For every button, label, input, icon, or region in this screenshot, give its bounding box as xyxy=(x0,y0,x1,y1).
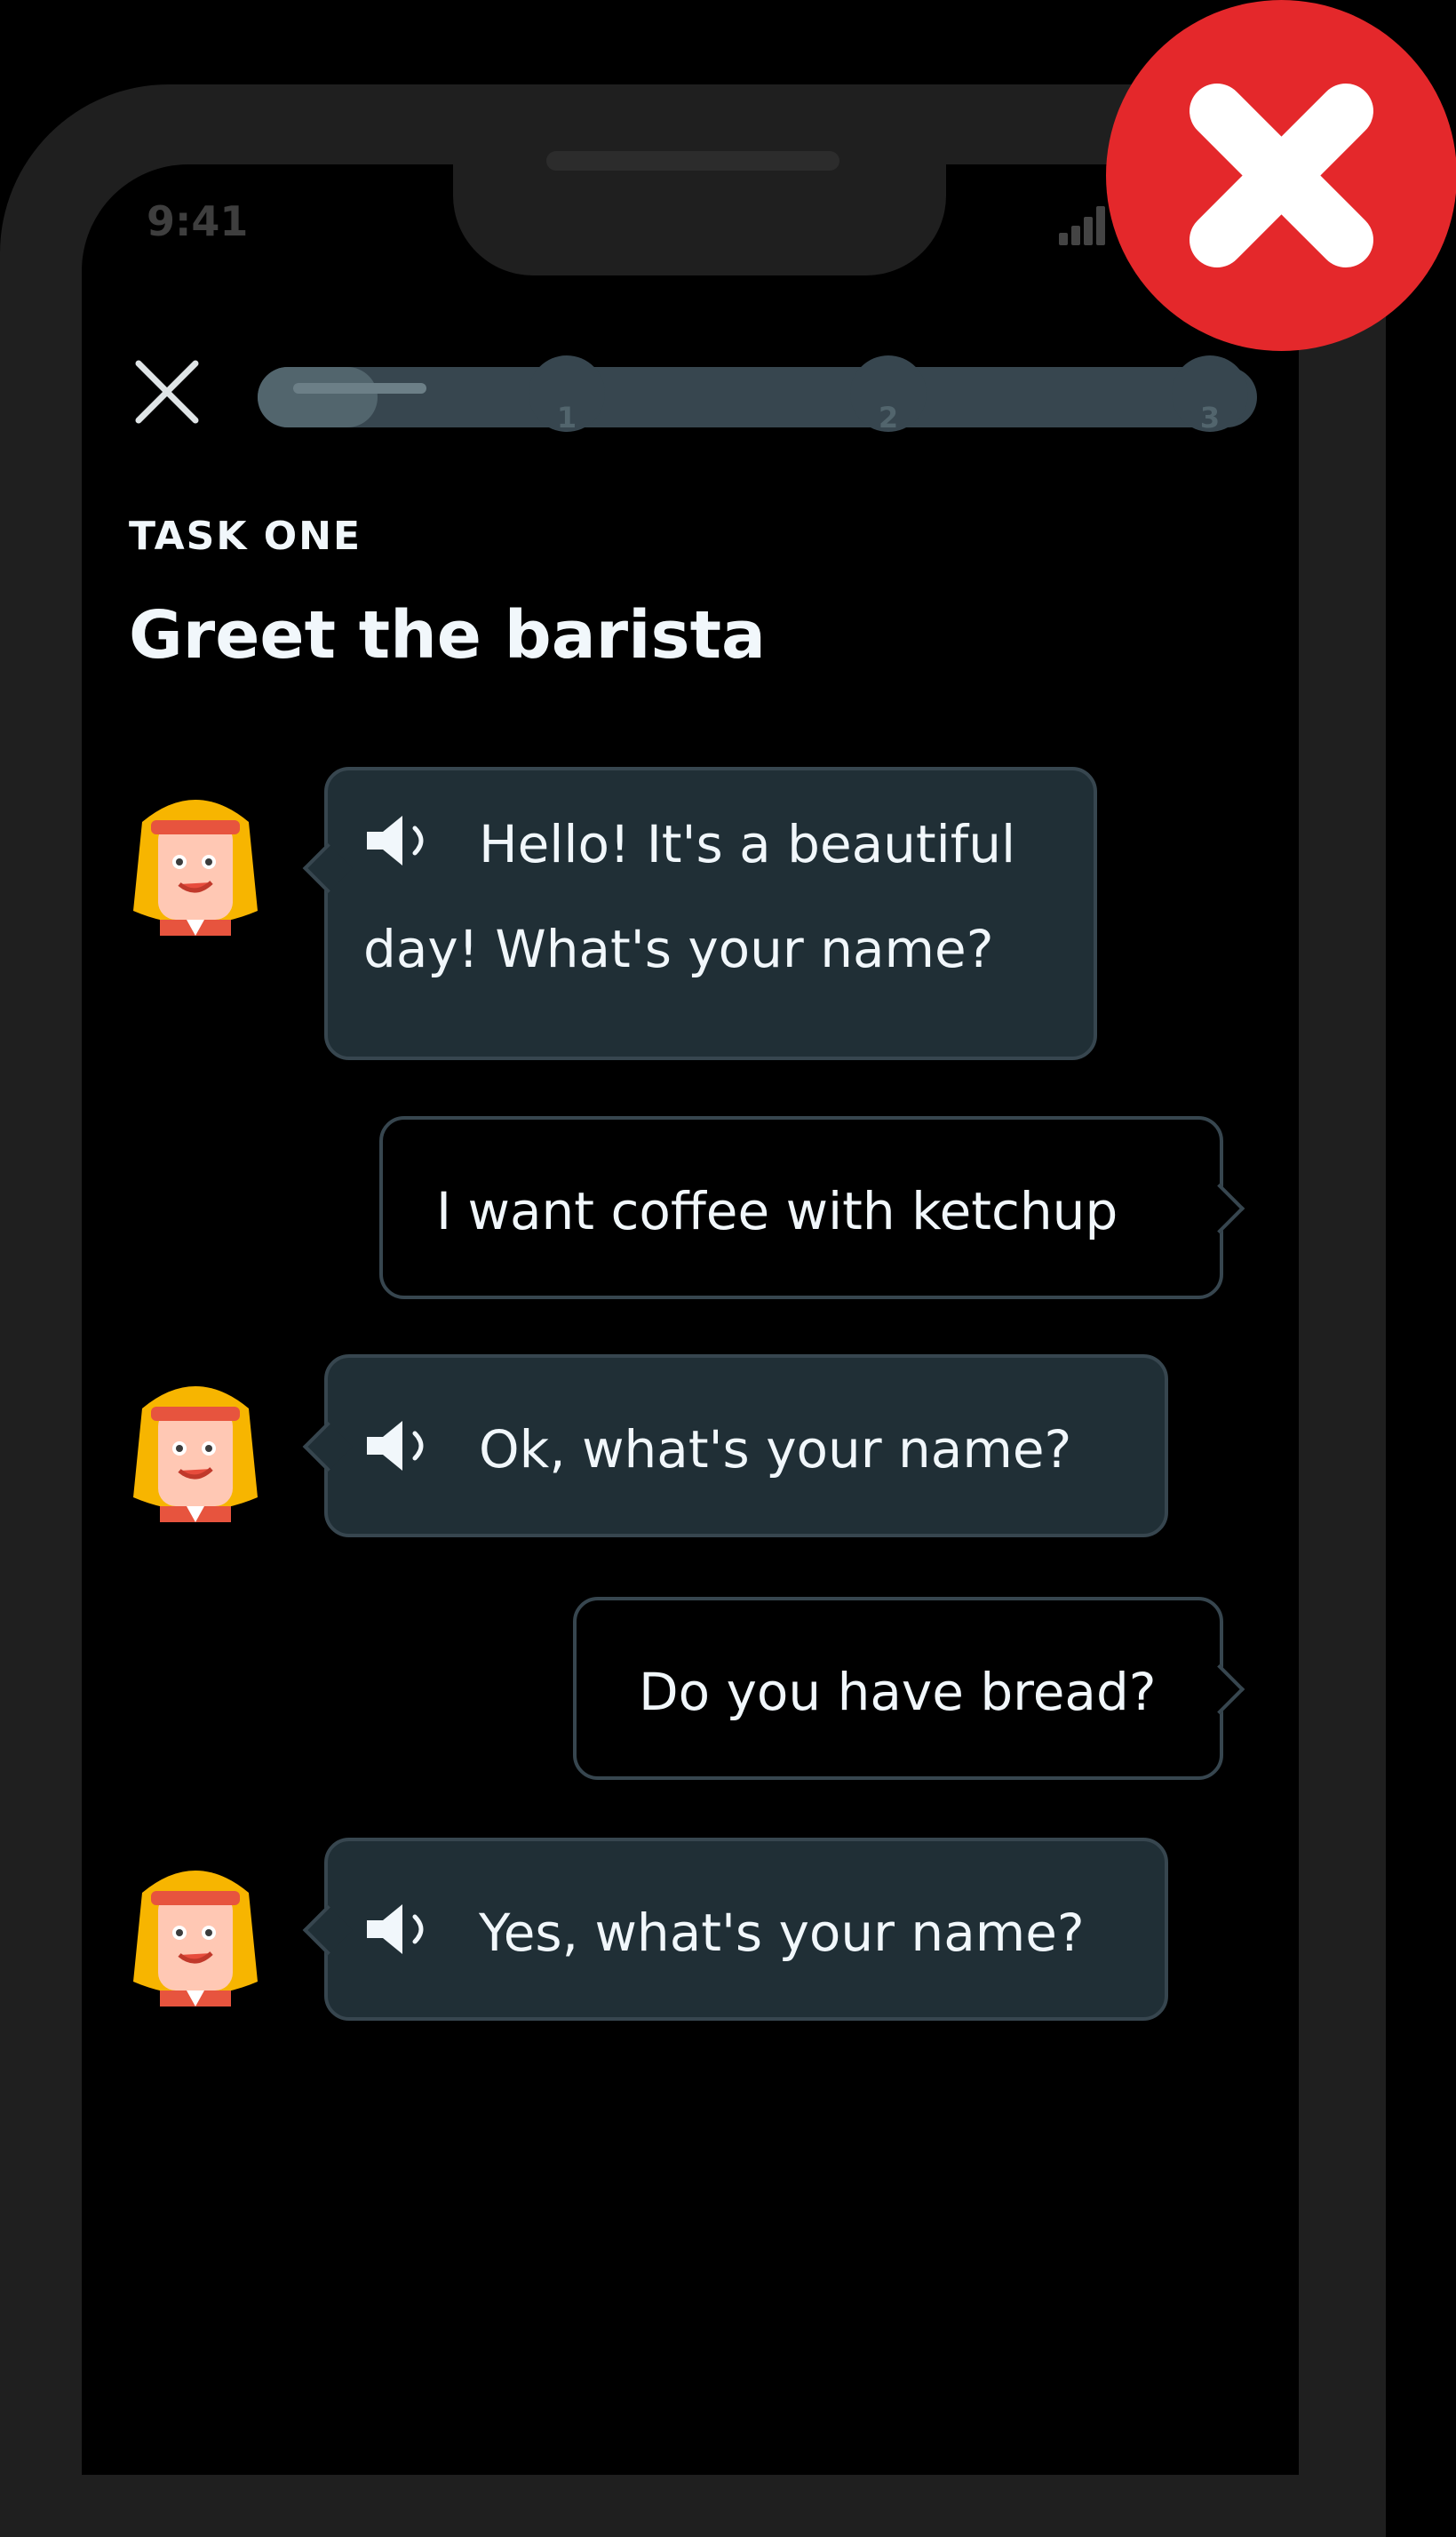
message-line: Hello! It's a beautiful xyxy=(363,788,1058,897)
phone-screen xyxy=(82,164,1299,2475)
phone-speaker xyxy=(546,151,839,171)
barista-avatar xyxy=(133,800,258,936)
progress-milestone-2: 2 xyxy=(850,355,927,432)
barista-message: Ok, what's your name? xyxy=(302,1354,1168,1537)
close-icon[interactable] xyxy=(135,360,199,424)
speaker-icon[interactable] xyxy=(363,1417,461,1474)
task-label: TASK ONE xyxy=(129,514,362,559)
barista-avatar xyxy=(133,1871,258,2006)
progress-shine xyxy=(293,383,426,394)
message-text: Yes, what's your name? xyxy=(479,1902,1085,1963)
barista-message: Yes, what's your name? xyxy=(302,1838,1168,2021)
task-title: Greet the barista xyxy=(129,597,766,674)
status-time: 9:41 xyxy=(147,197,249,245)
user-message: Do you have bread? xyxy=(573,1597,1245,1780)
phone-notch xyxy=(453,156,946,275)
signal-icon xyxy=(1059,203,1112,245)
message-text: Hello! It's a beautiful xyxy=(479,813,1016,874)
progress-bar xyxy=(258,367,1257,427)
progress-fill xyxy=(258,367,426,427)
error-badge xyxy=(1106,0,1456,351)
user-message: I want coffee with ketchup xyxy=(379,1116,1245,1299)
speaker-icon[interactable] xyxy=(363,1901,461,1958)
message-line: day! What's your name? xyxy=(363,918,994,979)
message-text: Do you have bread? xyxy=(639,1661,1157,1722)
barista-avatar xyxy=(133,1386,258,1522)
speaker-icon[interactable] xyxy=(363,812,461,869)
barista-message: Hello! It's a beautiful day! What's your… xyxy=(302,767,1097,1060)
progress-milestone-1: 1 xyxy=(529,355,605,432)
error-x-icon xyxy=(1189,84,1373,267)
message-text: I want coffee with ketchup xyxy=(436,1180,1118,1241)
message-text: Ok, what's your name? xyxy=(479,1418,1072,1480)
progress-milestone-3: 3 xyxy=(1172,355,1248,432)
